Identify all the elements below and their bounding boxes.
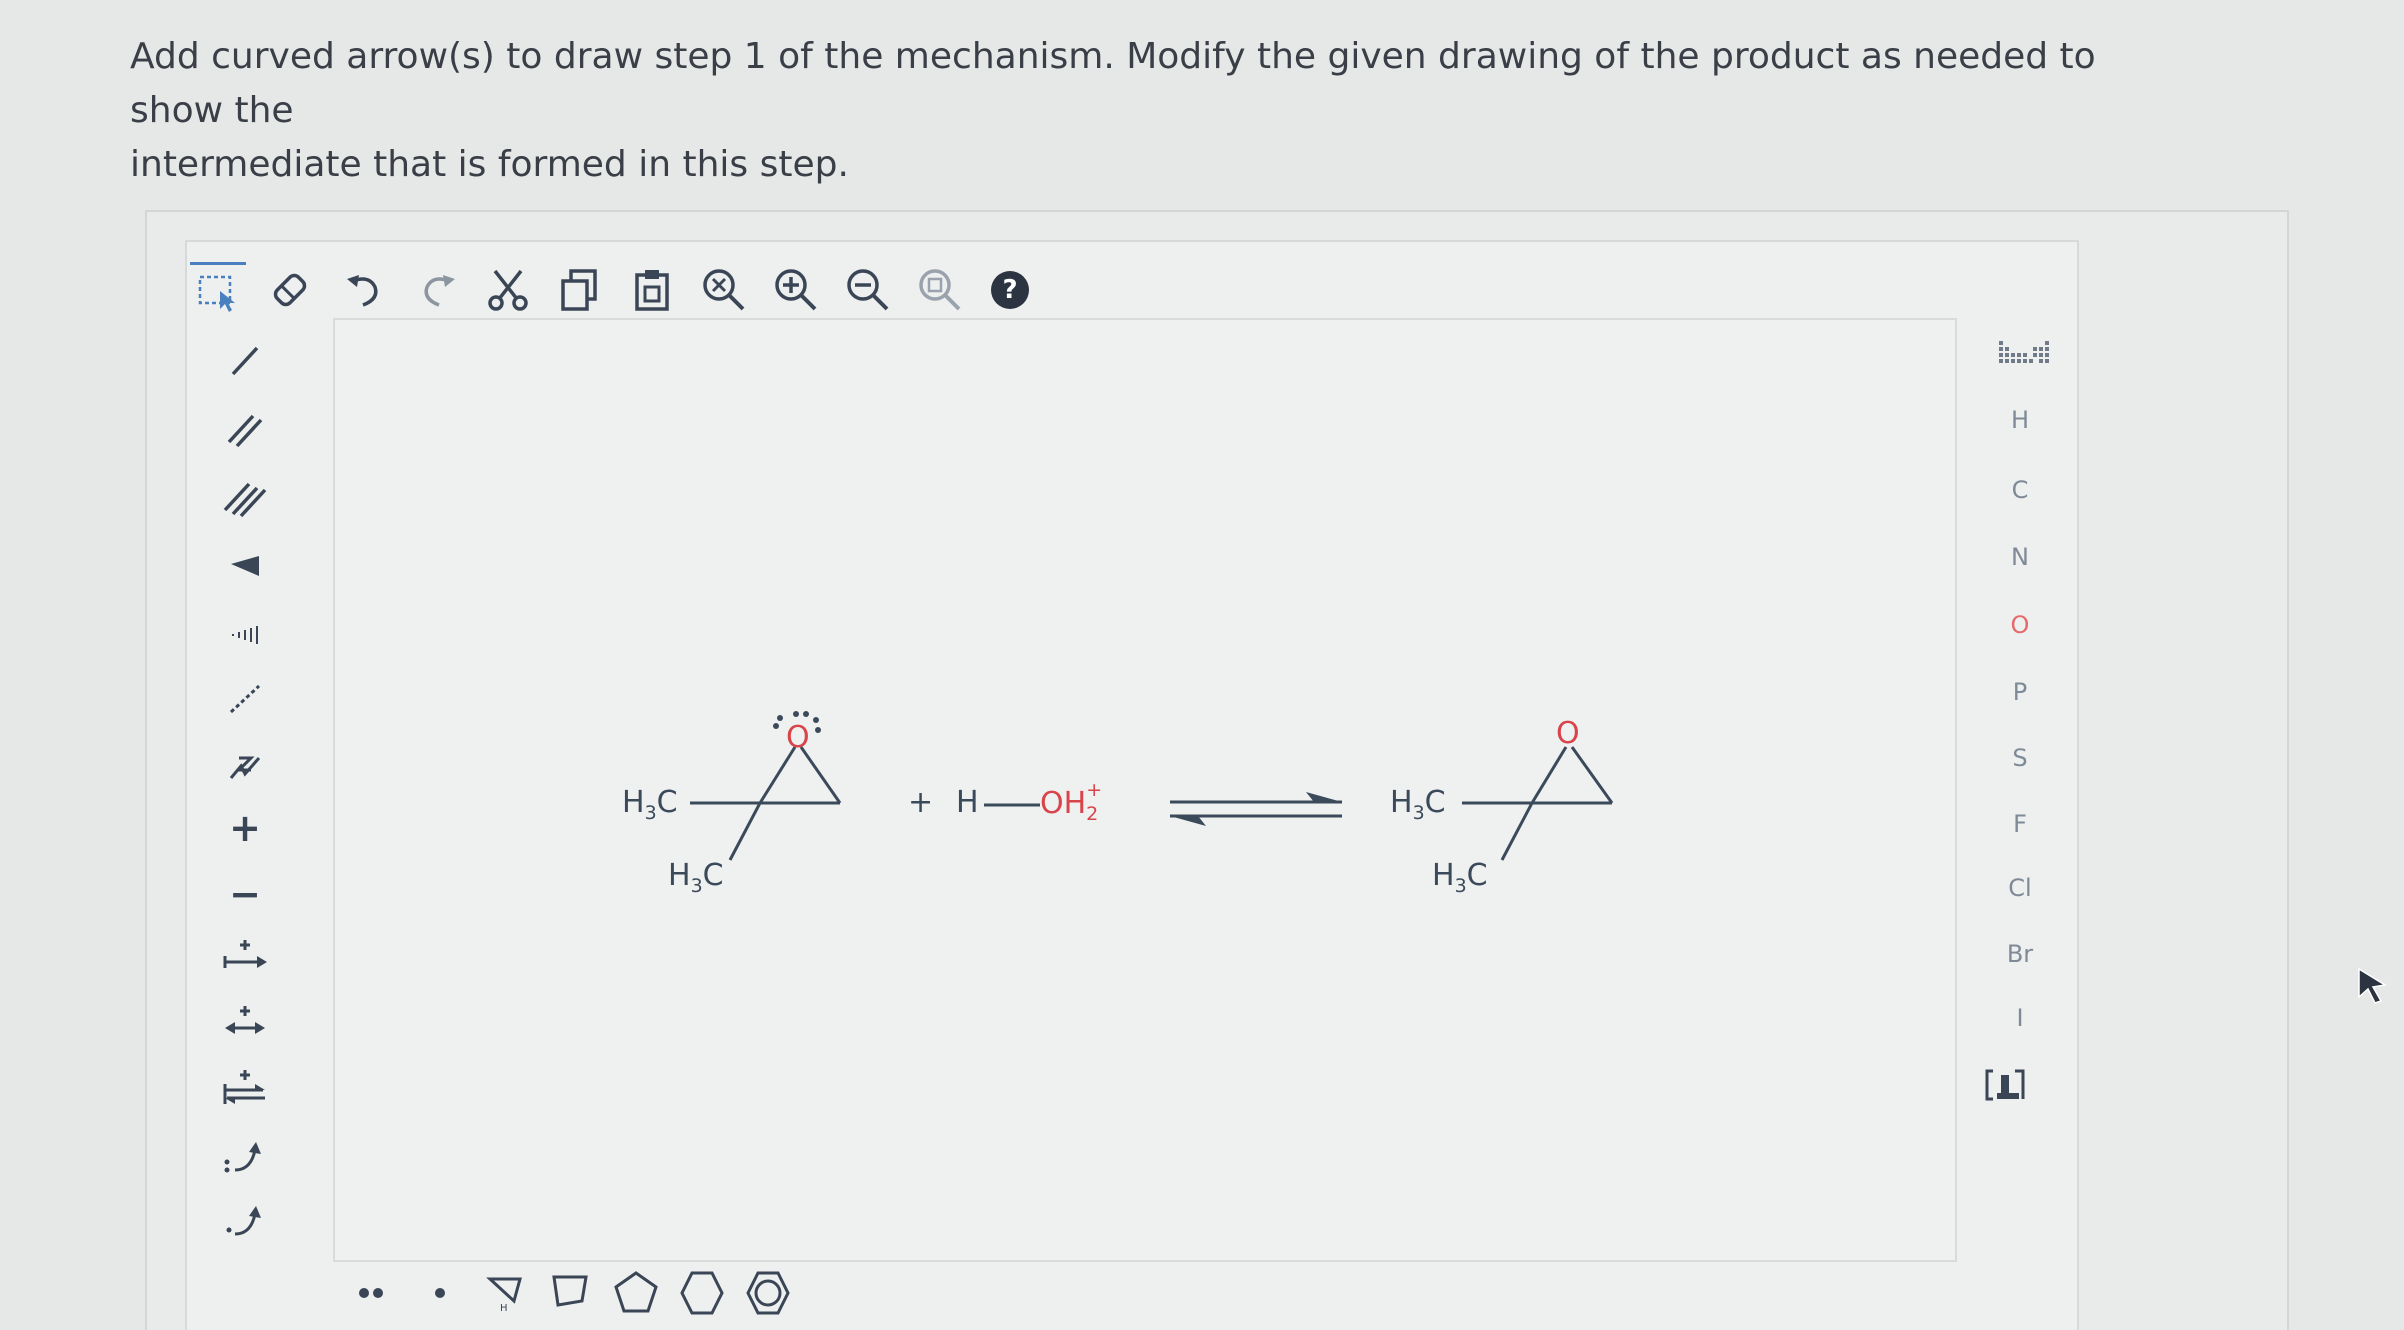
eraser-button[interactable] — [262, 262, 318, 318]
select-icon — [198, 275, 235, 312]
equilibrium-arrow — [1170, 792, 1342, 826]
small-ring-tool[interactable]: H — [476, 1265, 536, 1321]
cyclopropane-icon: H — [486, 1277, 522, 1314]
copy-button[interactable] — [552, 262, 608, 318]
clipboard-icon — [635, 270, 669, 311]
product-methyl-bottom: H3C — [1432, 858, 1488, 897]
single-bond-icon — [231, 346, 259, 376]
lone-pair-tool[interactable] — [342, 1265, 402, 1321]
reaction-arrow-tool[interactable] — [215, 930, 275, 986]
zoom-in-button[interactable] — [768, 262, 824, 318]
periodic-table-icon — [1999, 341, 2049, 363]
equilibrium-arrow-icon — [223, 1070, 265, 1104]
element-cl-button[interactable]: Cl — [1990, 866, 2050, 910]
dashed-bond-tool[interactable] — [215, 670, 275, 726]
drawing-canvas[interactable] — [333, 318, 1957, 1262]
resonance-arrow-tool[interactable] — [215, 996, 275, 1052]
cut-button[interactable] — [480, 262, 536, 318]
benzene-tool[interactable] — [738, 1265, 798, 1321]
reaction-arrow-icon — [223, 940, 267, 968]
double-bond-icon — [227, 414, 263, 448]
charge-plus-tool[interactable]: + — [215, 800, 275, 856]
zoom-fit-icon — [919, 269, 961, 311]
undo-icon — [347, 275, 378, 307]
equilibrium-arrow-tool[interactable] — [215, 1062, 275, 1118]
electron-pair-arrow-tool[interactable] — [215, 1128, 275, 1184]
cyclohexane-tool[interactable] — [672, 1265, 732, 1321]
radical-tool[interactable] — [410, 1265, 470, 1321]
periodic-table-button[interactable] — [1995, 330, 2055, 374]
scissors-icon — [488, 269, 528, 311]
triple-bond-tool[interactable] — [215, 470, 275, 526]
benzene-icon — [746, 1271, 790, 1315]
redo-button[interactable] — [408, 262, 464, 318]
curved-arrow-single-icon — [226, 1206, 261, 1236]
paste-button[interactable] — [624, 262, 680, 318]
question-prompt: Add curved arrow(s) to draw step 1 of th… — [130, 30, 2130, 192]
help-button[interactable]: ? — [982, 262, 1038, 318]
double-bond-tool[interactable] — [215, 402, 275, 458]
hash-bond-tool[interactable] — [215, 604, 275, 660]
cyclobutane-icon — [552, 1275, 588, 1307]
reagent-hydronium: OH2+ — [1040, 779, 1103, 825]
element-c-button[interactable]: C — [1990, 468, 2050, 512]
element-h-button[interactable]: H — [1990, 398, 2050, 442]
resonance-arrow-icon — [225, 1006, 265, 1034]
charge-plus-label: + — [229, 806, 261, 850]
chain-tool[interactable] — [215, 736, 275, 792]
element-o-button[interactable]: O — [1990, 603, 2050, 647]
reactant-lone-pairs — [773, 711, 821, 733]
wedge-bond-tool[interactable] — [215, 538, 275, 594]
radical-icon — [435, 1288, 445, 1298]
reactant-methyl-bottom: H3C — [668, 858, 724, 897]
question-line-1: Add curved arrow(s) to draw step 1 of th… — [130, 36, 2096, 131]
cyclohexane-icon — [680, 1271, 724, 1315]
reagent-hydrogen: H — [956, 785, 979, 820]
chain-icon — [229, 756, 261, 779]
single-bond-tool[interactable] — [215, 332, 275, 388]
cyclobutane-tool[interactable] — [540, 1265, 600, 1321]
element-n-button[interactable]: N — [1990, 535, 2050, 579]
zoom-out-icon — [847, 269, 889, 311]
mouse-cursor-icon — [2358, 967, 2388, 1004]
help-label: ? — [1002, 275, 1018, 305]
zoom-reset-button[interactable] — [696, 262, 752, 318]
reaction-plus: + — [908, 785, 934, 820]
redo-icon — [424, 275, 455, 307]
product-methyl-top: H3C — [1390, 785, 1446, 824]
zoom-fit-button[interactable] — [912, 262, 968, 318]
undo-button[interactable] — [338, 262, 394, 318]
zoom-reset-icon — [703, 269, 745, 311]
bracket-icon — [1985, 1069, 2025, 1101]
zoom-in-icon — [775, 269, 817, 311]
element-i-button[interactable]: I — [1990, 996, 2050, 1040]
curved-arrow-pair-icon — [224, 1142, 261, 1173]
svg-text:H: H — [500, 1303, 508, 1314]
reactant-methyl-top: H3C — [622, 785, 678, 824]
triple-bond-icon — [223, 482, 267, 518]
copy-icon — [561, 269, 597, 311]
charge-minus-label: − — [229, 872, 261, 916]
element-s-button[interactable]: S — [1990, 736, 2050, 780]
lone-pair-icon — [359, 1288, 383, 1298]
charge-minus-tool[interactable]: − — [215, 866, 275, 922]
dashed-bond-icon — [229, 684, 261, 714]
zoom-out-button[interactable] — [840, 262, 896, 318]
cyclopentane-icon — [614, 1271, 658, 1313]
eraser-icon — [273, 273, 307, 307]
cyclopentane-tool[interactable] — [606, 1265, 666, 1321]
element-p-button[interactable]: P — [1990, 670, 2050, 714]
wedge-bond-icon — [231, 556, 259, 576]
reagent-bond — [984, 803, 1040, 807]
bracket-tool[interactable] — [1975, 1062, 2035, 1108]
question-line-2: intermediate that is formed in this step… — [130, 144, 849, 185]
element-f-button[interactable]: F — [1990, 802, 2050, 846]
select-tool-button[interactable] — [190, 262, 246, 321]
hash-bond-icon — [232, 626, 258, 644]
element-br-button[interactable]: Br — [1990, 932, 2050, 976]
product-oxygen: O — [1556, 716, 1580, 751]
single-electron-arrow-tool[interactable] — [215, 1192, 275, 1248]
